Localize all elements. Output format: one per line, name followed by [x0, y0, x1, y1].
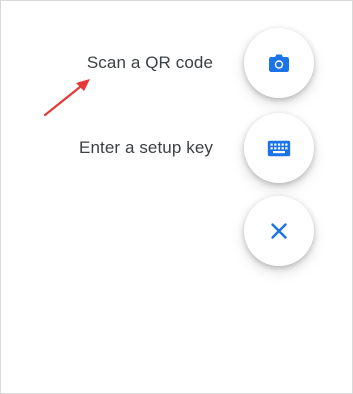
setup-key-action[interactable]: Enter a setup key [79, 113, 314, 183]
keyboard-icon [267, 140, 291, 157]
scan-qr-button[interactable] [244, 28, 314, 98]
close-icon [270, 222, 288, 240]
camera-icon [268, 53, 290, 73]
close-action[interactable] [244, 196, 314, 266]
scan-qr-action[interactable]: Scan a QR code [87, 28, 314, 98]
scan-qr-label[interactable]: Scan a QR code [87, 53, 213, 73]
speed-dial-screen: Scan a QR code Enter a setup key [0, 0, 353, 394]
setup-key-label[interactable]: Enter a setup key [79, 138, 213, 158]
setup-key-button[interactable] [244, 113, 314, 183]
close-button[interactable] [244, 196, 314, 266]
